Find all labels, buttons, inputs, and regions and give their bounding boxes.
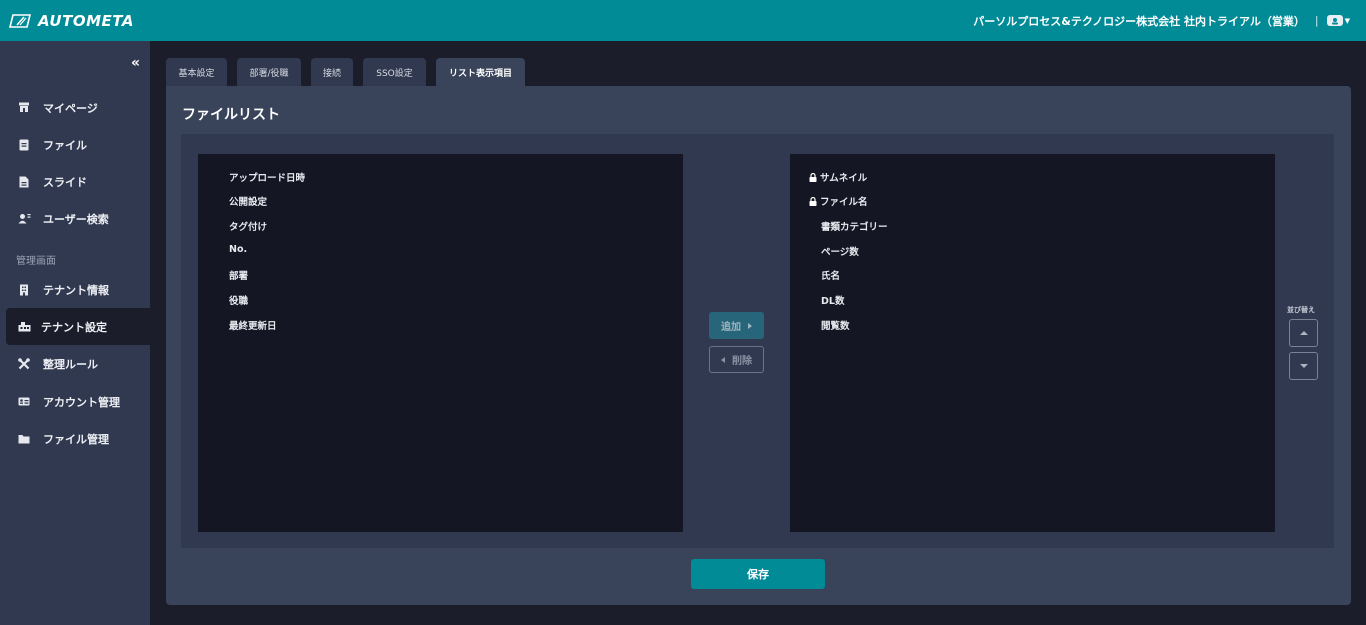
move-up-button[interactable] [1289,319,1318,347]
sidebar: « マイページ ファイル スライド ユーザー検索 管理画面 テナント情報 テナン… [0,41,150,625]
sidebar-item-label: アカウント管理 [43,395,120,409]
collapse-sidebar-icon[interactable]: « [131,55,140,71]
sidebar-item-label: 整理ルール [43,357,98,371]
app-header: AUTOMETA パーソルプロセス&テクノロジー株式会社 社内トライアル（営業）… [0,0,1366,41]
tab-basic-settings[interactable]: 基本設定 [166,58,227,86]
add-button[interactable]: 追加 [709,312,764,339]
sidebar-item-label: マイページ [43,101,98,115]
arrow-right-icon [748,322,752,329]
list-item[interactable]: 部署 [229,268,248,282]
logo[interactable]: AUTOMETA [8,12,134,30]
tenant-name: パーソルプロセス&テクノロジー株式会社 社内トライアル（営業） [973,14,1305,28]
tab-department-position[interactable]: 部署/役職 [237,58,301,86]
add-button-label: 追加 [721,322,741,333]
sidebar-item-tenant-info[interactable]: テナント情報 [0,271,150,308]
file-icon [17,138,31,152]
list-item[interactable]: 閲覧数 [821,318,850,332]
list-item-locked[interactable]: ファイル名 [809,194,868,208]
user-menu[interactable]: ▼ [1326,15,1350,26]
move-down-button[interactable] [1289,352,1318,380]
arrow-down-icon [1299,364,1308,368]
chevron-down-icon: ▼ [1344,16,1350,25]
tab-sso-settings[interactable]: SSO設定 [363,58,426,86]
sidebar-item-tenant-settings[interactable]: テナント設定 [6,308,150,345]
user-avatar-icon [1326,15,1343,26]
logo-text: AUTOMETA [38,11,134,30]
sidebar-item-account[interactable]: アカウント管理 [0,383,150,420]
building-icon [17,283,31,297]
sidebar-item-user-search[interactable]: ユーザー検索 [0,200,150,237]
remove-button[interactable]: 削除 [709,346,764,373]
list-editor: アップロード日時 公開設定 タグ付け No. 部署 役職 最終更新日 追加 削除… [181,134,1334,548]
list-item[interactable]: アップロード日時 [229,170,305,184]
header-separator: | [1314,14,1319,27]
list-item[interactable]: 書類カテゴリー [821,219,888,233]
list-item[interactable]: No. [229,244,247,255]
sidebar-item-label: スライド [43,175,87,189]
sidebar-item-rules[interactable]: 整理ルール [0,345,150,382]
list-item[interactable]: 役職 [229,293,248,307]
sort-label: 並び替え [1287,306,1315,314]
list-item-label: サムネイル [820,173,868,184]
main-panel: ファイルリスト アップロード日時 公開設定 タグ付け No. 部署 役職 最終更… [166,86,1351,605]
lock-icon [809,173,817,182]
lock-icon [809,197,817,206]
id-card-icon [17,395,31,409]
selected-items-list[interactable]: サムネイル ファイル名 書類カテゴリー ページ数 氏名 DL数 閲覧数 [790,154,1275,532]
tenant-settings-icon [17,320,31,334]
sidebar-item-label: テナント情報 [43,283,109,297]
sidebar-item-mypage[interactable]: マイページ [0,89,150,126]
sidebar-item-label: テナント設定 [41,320,107,334]
page-title: ファイルリスト [182,107,280,123]
list-item-label: ファイル名 [820,197,868,208]
sidebar-section-admin: 管理画面 [16,256,56,267]
list-item[interactable]: タグ付け [229,219,267,233]
list-item[interactable]: 氏名 [821,268,840,282]
sidebar-item-label: ユーザー検索 [43,212,109,226]
tools-icon [17,357,31,371]
save-button[interactable]: 保存 [691,559,825,589]
sidebar-item-slide[interactable]: スライド [0,163,150,200]
user-search-icon [17,212,31,226]
sidebar-item-label: ファイル [43,138,87,152]
remove-button-label: 削除 [732,356,752,367]
sidebar-item-label: ファイル管理 [43,432,109,446]
list-item[interactable]: 公開設定 [229,194,267,208]
header-right: パーソルプロセス&テクノロジー株式会社 社内トライアル（営業） | ▼ [973,0,1350,41]
store-icon [17,101,31,115]
list-item[interactable]: ページ数 [821,244,859,258]
list-item[interactable]: DL数 [821,293,844,307]
available-items-list[interactable]: アップロード日時 公開設定 タグ付け No. 部署 役職 最終更新日 [198,154,683,532]
list-item-locked[interactable]: サムネイル [809,170,867,184]
document-icon [17,175,31,189]
sidebar-item-file[interactable]: ファイル [0,126,150,163]
sidebar-item-file-management[interactable]: ファイル管理 [0,420,150,457]
tab-list-display-items[interactable]: リスト表示項目 [436,58,525,86]
list-item[interactable]: 最終更新日 [229,318,277,332]
logo-mark-icon [8,13,32,28]
folder-icon [17,432,31,446]
arrow-up-icon [1299,331,1308,335]
arrow-left-icon [721,356,725,363]
tab-connection[interactable]: 接続 [311,58,353,86]
